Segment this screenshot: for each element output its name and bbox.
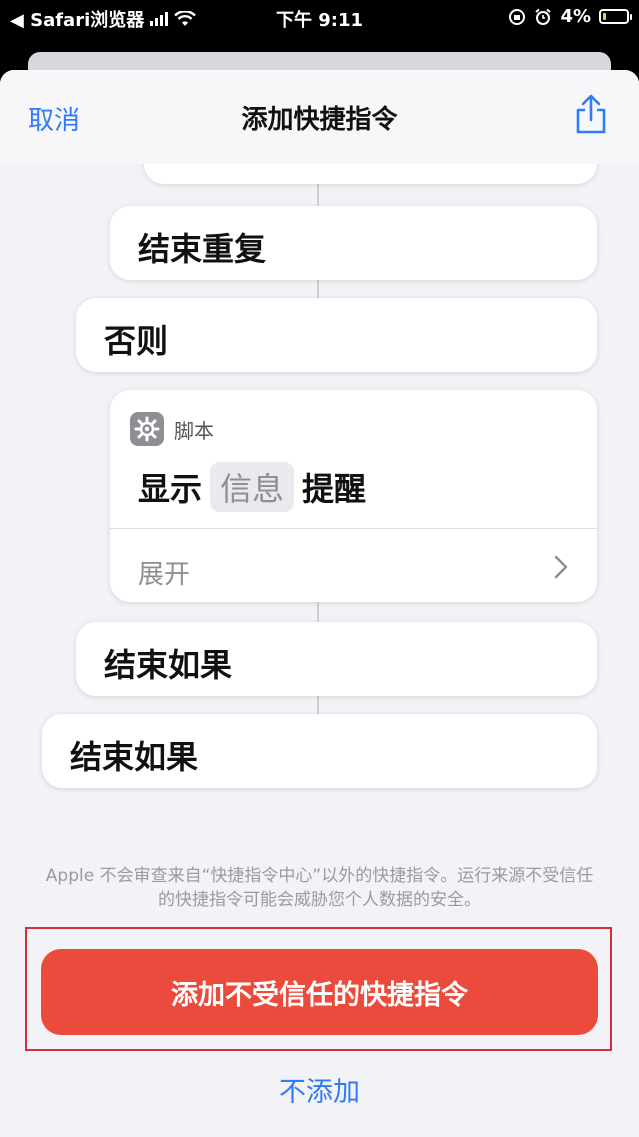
action-block-end-if[interactable]: 结束如果 (42, 714, 597, 788)
alarm-icon (535, 8, 552, 25)
block-label: 否则 (104, 322, 169, 360)
action-block-end-if[interactable]: 结束如果 (76, 622, 597, 696)
action-block-otherwise[interactable]: 否则 (76, 298, 597, 372)
dont-add-button[interactable]: 不添加 (0, 1070, 639, 1109)
connector-line (317, 600, 319, 624)
shortcut-actions-list[interactable]: 结束重复 否则 脚本 显示 信息 提醒 展开 结束如果 结束如果 (0, 70, 639, 870)
block-label: 结束如果 (104, 646, 233, 684)
action-summary: 显示 信息 提醒 (138, 462, 366, 512)
action-block-show-alert[interactable]: 脚本 显示 信息 提醒 展开 (110, 390, 597, 602)
action-verb: 显示 (138, 470, 203, 508)
chevron-right-icon[interactable] (553, 554, 569, 584)
untrusted-warning: Apple 不会审查来自“快捷指令中心”以外的快捷指令。运行来源不受信任的快捷指… (45, 866, 594, 910)
share-icon[interactable] (571, 92, 611, 136)
block-label: 结束重复 (138, 230, 267, 268)
status-bar: ◀ Safari浏览器 下午 9:11 4% (0, 0, 639, 36)
battery-charging-icon (599, 9, 632, 24)
divider (110, 528, 597, 529)
message-token[interactable]: 信息 (210, 462, 295, 512)
action-block-end-repeat[interactable]: 结束重复 (110, 206, 597, 280)
script-app-label: 脚本 (130, 412, 214, 446)
nav-bar: 取消 添加快捷指令 (0, 70, 639, 164)
action-noun: 提醒 (302, 470, 367, 508)
add-untrusted-shortcut-button[interactable]: 添加不受信任的快捷指令 (41, 949, 598, 1035)
add-shortcut-sheet: 结束重复 否则 脚本 显示 信息 提醒 展开 结束如果 结束如果 取消 添加快捷… (0, 70, 639, 1137)
status-right: 4% (508, 6, 632, 27)
expand-label[interactable]: 展开 (138, 554, 190, 591)
battery-percent: 4% (560, 6, 591, 27)
gear-icon (130, 412, 164, 446)
block-label: 结束如果 (70, 738, 199, 776)
connector-line (317, 278, 319, 298)
app-name: 脚本 (174, 418, 214, 443)
orientation-lock-icon (509, 8, 526, 25)
page-title: 添加快捷指令 (241, 105, 398, 135)
connector-line (317, 694, 319, 714)
